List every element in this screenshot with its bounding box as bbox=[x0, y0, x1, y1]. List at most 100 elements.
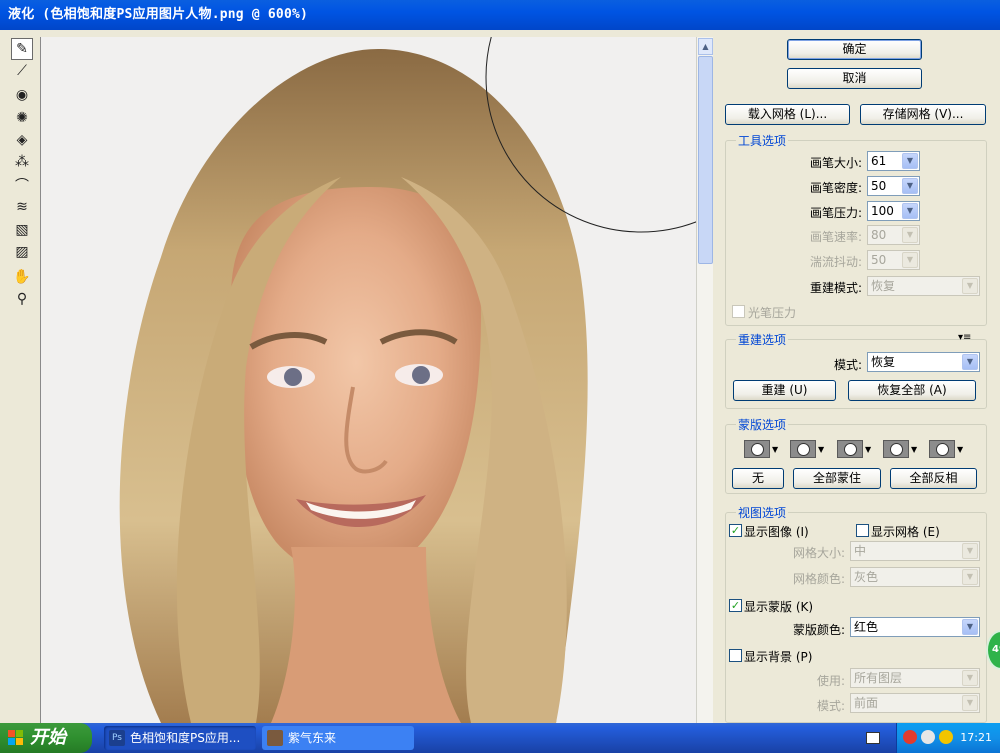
mask-all-button[interactable]: 全部蒙住 bbox=[793, 468, 881, 489]
security-icon[interactable] bbox=[939, 730, 953, 744]
backdrop-use-value: 所有图层 bbox=[854, 671, 903, 685]
tool-options-legend: 工具选项 bbox=[736, 132, 789, 149]
chevron-down-icon[interactable]: ▼ bbox=[902, 203, 918, 219]
forward-warp-tool-icon[interactable]: ✎ bbox=[11, 38, 33, 60]
mesh-color-select[interactable]: 灰色 ▼ bbox=[850, 567, 980, 587]
mask-add-icon bbox=[796, 442, 810, 456]
mask-intersect-icon bbox=[889, 442, 903, 456]
invert-all-button[interactable]: 全部反相 bbox=[890, 468, 977, 489]
panel-menu-icon[interactable]: ▾≡ bbox=[958, 332, 971, 343]
backdrop-use-select[interactable]: 所有图层 ▼ bbox=[850, 668, 980, 688]
chevron-down-icon: ▼ bbox=[962, 278, 978, 294]
mesh-color-label: 网格颜色: bbox=[792, 572, 845, 586]
backdrop-mode-value: 前面 bbox=[854, 696, 879, 710]
tool-palette: ✎ ⟋ ◉ ✺ ◈ ⁂ ⌒ ≋ ▧ ▨ ✋ ⚲ bbox=[0, 30, 40, 723]
mirror-tool-icon[interactable]: ⌒ bbox=[11, 174, 33, 196]
stylus-pressure-checkbox[interactable] bbox=[732, 305, 745, 318]
chevron-down-icon[interactable]: ▼ bbox=[902, 153, 918, 169]
windows-flag-icon bbox=[8, 730, 23, 745]
mask-color-value: 红色 bbox=[854, 620, 879, 634]
brush-density-field[interactable]: 50 ▼ bbox=[867, 176, 920, 196]
mesh-color-value: 灰色 bbox=[854, 570, 879, 584]
scroll-thumb[interactable] bbox=[698, 56, 713, 264]
brush-pressure-field[interactable]: 100 ▼ bbox=[867, 201, 920, 221]
pucker-tool-icon[interactable]: ✺ bbox=[11, 107, 33, 129]
show-backdrop-checkbox[interactable] bbox=[729, 649, 742, 662]
backdrop-use-label: 使用: bbox=[816, 674, 845, 688]
bloat-tool-icon[interactable]: ◈ bbox=[11, 129, 33, 151]
taskbar-item-ziqi[interactable]: 紫气东来 bbox=[262, 726, 414, 750]
turbulent-jitter-field[interactable]: 50 ▼ bbox=[867, 250, 920, 270]
start-label: 开始 bbox=[30, 727, 66, 748]
show-mask-label: 显示蒙版 (K) bbox=[744, 600, 814, 614]
restore-all-button[interactable]: 恢复全部 (A) bbox=[848, 380, 976, 401]
hand-tool-icon[interactable]: ✋ bbox=[11, 266, 33, 288]
keyboard-icon[interactable] bbox=[866, 732, 880, 744]
brush-size-field[interactable]: 61 ▼ bbox=[867, 151, 920, 171]
chevron-down-icon: ▼ bbox=[772, 444, 779, 454]
mask-replace-button[interactable]: ▼ bbox=[744, 440, 782, 458]
chevron-down-icon: ▼ bbox=[962, 569, 978, 585]
taskbar-item-photoshop[interactable]: Ps 色相饱和度PS应用... bbox=[104, 726, 256, 750]
mask-intersect-button[interactable]: ▼ bbox=[883, 440, 921, 458]
reconstruct-mode-label-2: 模式: bbox=[833, 358, 862, 372]
show-backdrop-label: 显示背景 (P) bbox=[744, 650, 813, 664]
turbulent-jitter-label: 湍流抖动: bbox=[809, 255, 862, 269]
mask-add-button[interactable]: ▼ bbox=[790, 440, 828, 458]
turbulence-tool-icon[interactable]: ≋ bbox=[11, 196, 33, 218]
reconstruct-mode-select-2[interactable]: 恢复 ▼ bbox=[867, 352, 980, 372]
chevron-down-icon: ▼ bbox=[865, 444, 872, 454]
brush-size-value: 61 bbox=[871, 154, 887, 168]
chevron-down-icon[interactable]: ▼ bbox=[962, 619, 978, 635]
show-mask-checkbox[interactable]: ✓ bbox=[729, 599, 742, 612]
brush-rate-field[interactable]: 80 ▼ bbox=[867, 225, 920, 245]
reconstruct-mode-label: 重建模式: bbox=[809, 281, 862, 295]
backdrop-mode-select[interactable]: 前面 ▼ bbox=[850, 693, 980, 713]
cancel-button[interactable]: 取消 bbox=[787, 68, 922, 89]
mesh-size-value: 中 bbox=[854, 544, 867, 558]
mask-invert-button[interactable]: ▼ bbox=[929, 440, 967, 458]
chevron-down-icon: ▼ bbox=[962, 543, 978, 559]
preview-canvas[interactable] bbox=[40, 37, 696, 723]
mask-options-legend: 蒙版选项 bbox=[736, 416, 789, 433]
show-mesh-checkbox[interactable] bbox=[856, 524, 869, 537]
reconstruct-mode-select[interactable]: 恢复 ▼ bbox=[867, 276, 980, 296]
show-mesh-label: 显示网格 (E) bbox=[871, 525, 940, 539]
side-badge[interactable]: 49 bbox=[986, 630, 1000, 670]
mask-color-select[interactable]: 红色 ▼ bbox=[850, 617, 980, 637]
reconstruct-button[interactable]: 重建 (U) bbox=[733, 380, 836, 401]
ok-button[interactable]: 确定 bbox=[787, 39, 922, 60]
push-left-tool-icon[interactable]: ⁂ bbox=[11, 151, 33, 173]
system-tray: 17:21 bbox=[896, 723, 1000, 753]
mask-replace-icon bbox=[750, 442, 764, 456]
show-image-checkbox[interactable]: ✓ bbox=[729, 524, 742, 537]
brush-pressure-label: 画笔压力: bbox=[809, 206, 862, 220]
brush-rate-label: 画笔速率: bbox=[809, 230, 862, 244]
photo-thumbnail-icon bbox=[267, 730, 283, 746]
start-button[interactable]: 开始 bbox=[0, 723, 92, 753]
load-mesh-button[interactable]: 载入网格 (L)... bbox=[725, 104, 850, 125]
window-title: 液化 (色相饱和度PS应用图片人物.png @ 600%) bbox=[0, 0, 1000, 30]
reconstruct-tool-icon[interactable]: ⟋ bbox=[11, 60, 33, 82]
scroll-up-icon[interactable]: ▲ bbox=[698, 38, 713, 55]
chevron-down-icon[interactable]: ▼ bbox=[902, 178, 918, 194]
zoom-tool-icon[interactable]: ⚲ bbox=[11, 288, 33, 310]
mask-subtract-button[interactable]: ▼ bbox=[837, 440, 875, 458]
twirl-tool-icon[interactable]: ◉ bbox=[11, 84, 33, 106]
network-icon[interactable] bbox=[921, 730, 935, 744]
save-mesh-button[interactable]: 存储网格 (V)... bbox=[860, 104, 986, 125]
brush-pressure-value: 100 bbox=[871, 204, 894, 218]
brush-density-label: 画笔密度: bbox=[809, 181, 862, 195]
thaw-mask-tool-icon[interactable]: ▨ bbox=[11, 241, 33, 263]
mask-color-label: 蒙版颜色: bbox=[792, 623, 845, 637]
freeze-mask-tool-icon[interactable]: ▧ bbox=[11, 219, 33, 241]
mesh-size-select[interactable]: 中 ▼ bbox=[850, 541, 980, 561]
chevron-down-icon: ▼ bbox=[962, 670, 978, 686]
taskbar-item-photoshop-label: 色相饱和度PS应用... bbox=[130, 731, 241, 745]
chevron-down-icon: ▼ bbox=[902, 252, 918, 268]
chevron-down-icon: ▼ bbox=[902, 227, 918, 243]
chevron-down-icon[interactable]: ▼ bbox=[962, 354, 978, 370]
qq-icon[interactable] bbox=[903, 730, 917, 744]
mask-none-button[interactable]: 无 bbox=[732, 468, 784, 489]
canvas-vertical-scrollbar[interactable]: ▲ bbox=[696, 37, 713, 723]
